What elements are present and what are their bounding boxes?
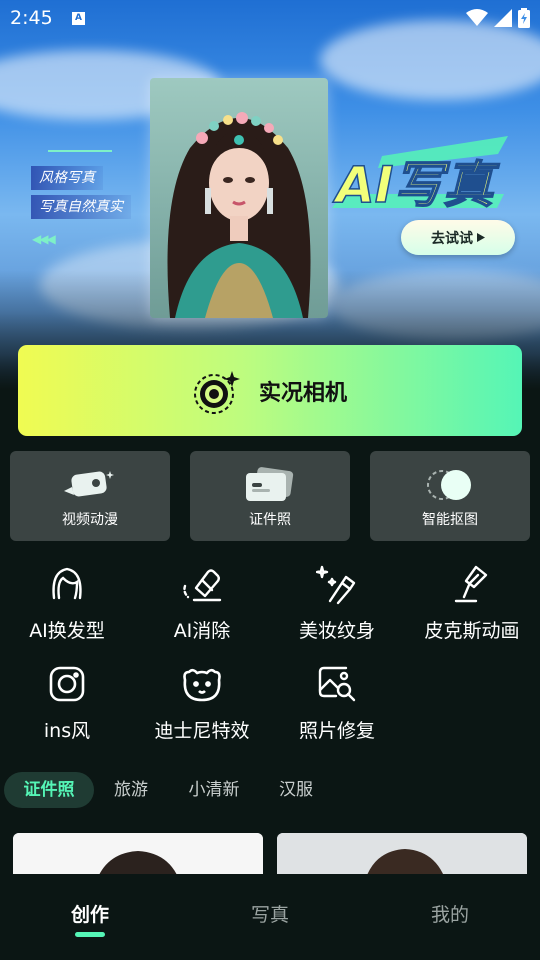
card-video-anime[interactable]: 视频动漫	[10, 451, 170, 541]
makeup-wand-icon	[316, 565, 356, 605]
card-id-photo-label: 证件照	[249, 512, 291, 528]
category-tab-travel[interactable]: 旅游	[100, 772, 162, 808]
tool-disney-effect[interactable]: 迪士尼特效	[137, 662, 267, 752]
bottom-nav: 创作 写真 我的	[0, 874, 540, 960]
battery-icon	[518, 8, 530, 28]
tool-makeup-tattoo[interactable]: 美妆纹身	[272, 562, 402, 652]
card-video-anime-label: 视频动漫	[62, 512, 118, 528]
cutout-circle-icon	[427, 470, 471, 500]
tool-photo-repair-label: 照片修复	[298, 720, 375, 742]
hero-tagline-2: 写真自然真实	[31, 195, 131, 219]
chevrons-icon: ◀◀◀	[32, 232, 56, 246]
video-camera-icon	[64, 471, 114, 497]
eraser-icon	[183, 569, 222, 602]
card-smart-cutout-label: 智能抠图	[422, 512, 478, 528]
tool-ins-style[interactable]: ins风	[2, 662, 132, 752]
try-button[interactable]: 去试试	[401, 220, 515, 255]
status-time: 2:45	[10, 7, 53, 29]
notification-badge-icon: A	[72, 12, 85, 25]
tool-ai-hairstyle-label: AI换发型	[29, 620, 105, 642]
lamp-icon	[454, 565, 488, 603]
portrait-photo	[150, 78, 328, 318]
tool-ins-style-label: ins风	[43, 720, 91, 742]
tool-ai-hairstyle[interactable]: AI换发型	[2, 562, 132, 652]
try-button-label: 去试试	[431, 230, 473, 247]
hair-icon	[52, 567, 82, 600]
wifi-icon	[466, 9, 488, 26]
ai-title-text: AI写真	[332, 156, 500, 214]
tool-disney-effect-label: 迪士尼特效	[154, 720, 250, 742]
tool-photo-repair[interactable]: 照片修复	[272, 662, 402, 752]
card-smart-cutout[interactable]: 智能抠图	[370, 451, 530, 541]
play-triangle-icon	[477, 233, 485, 242]
category-tab-id-photo[interactable]: 证件照	[4, 772, 94, 808]
category-tab-fresh[interactable]: 小清新	[178, 772, 250, 808]
ai-portrait-title-logo: AI写真	[331, 136, 508, 215]
live-camera-label: 实况相机	[258, 380, 347, 406]
bear-icon	[183, 668, 221, 702]
signal-icon	[494, 9, 512, 27]
status-bar: 2:45 A	[0, 0, 540, 36]
hero-banner[interactable]: 2:45 A 风格写真 写真自然真实 ◀◀◀ AI写真 去试试	[0, 0, 540, 390]
nav-create[interactable]: 创作	[50, 900, 130, 927]
id-card-icon	[246, 467, 294, 501]
instagram-icon	[49, 666, 85, 702]
tool-ai-erase[interactable]: AI消除	[137, 562, 267, 652]
camera-lens-icon	[193, 370, 240, 414]
tool-ai-erase-label: AI消除	[173, 620, 231, 642]
decorative-line	[48, 150, 112, 152]
category-tab-hanfu[interactable]: 汉服	[265, 772, 327, 808]
tool-makeup-tattoo-label: 美妆纹身	[298, 620, 375, 642]
nav-portrait[interactable]: 写真	[230, 900, 310, 927]
nav-mine[interactable]: 我的	[410, 900, 490, 927]
hero-tagline-1: 风格写真	[31, 166, 103, 190]
photo-repair-icon	[318, 666, 356, 702]
tool-pixar-animation[interactable]: 皮克斯动画	[407, 562, 537, 652]
tool-pixar-animation-label: 皮克斯动画	[424, 620, 520, 642]
live-camera-button[interactable]: 实况相机	[18, 345, 522, 436]
card-id-photo[interactable]: 证件照	[190, 451, 350, 541]
nav-active-indicator	[75, 932, 105, 937]
